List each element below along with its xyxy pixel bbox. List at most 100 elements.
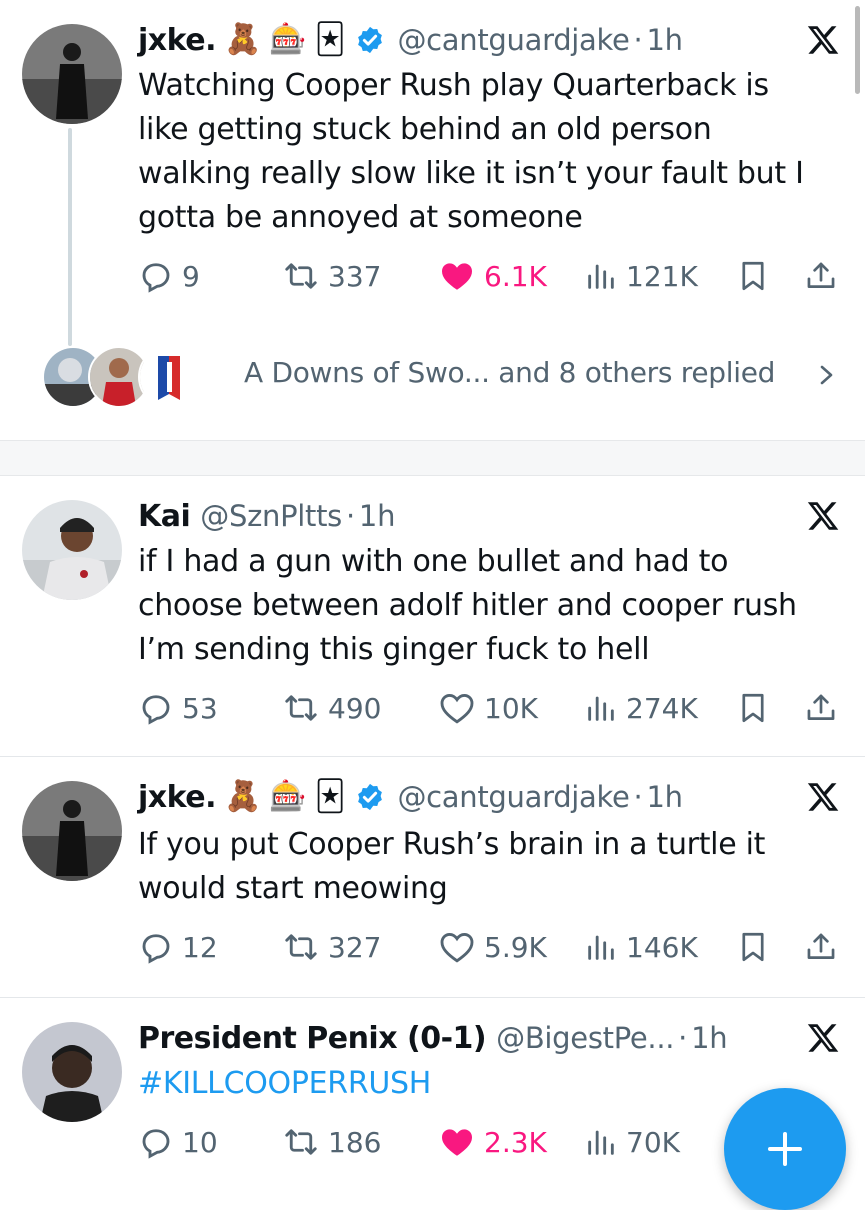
reply-count: 10 xyxy=(182,1125,218,1159)
tweet-text: if I had a gun with one bullet and had t… xyxy=(138,544,797,667)
verified-badge-icon xyxy=(358,783,383,811)
handle[interactable]: @cantguardjake xyxy=(397,23,629,57)
bookmark-icon xyxy=(742,693,764,723)
teddy-bear-emoji: 🧸 xyxy=(224,779,262,814)
retweet-count: 337 xyxy=(328,259,382,293)
views-button[interactable]: 70K xyxy=(584,1120,680,1164)
handle[interactable]: @cantguardjake xyxy=(397,780,629,814)
retweet-button[interactable]: 337 xyxy=(282,254,381,298)
x-logo-icon[interactable] xyxy=(801,494,845,538)
retweet-icon xyxy=(285,695,317,721)
dot-separator: · xyxy=(346,499,355,533)
view-count: 70K xyxy=(626,1125,680,1159)
retweet-button[interactable]: 490 xyxy=(282,686,381,730)
replier-avatars[interactable] xyxy=(42,346,202,408)
views-button[interactable]: 146K xyxy=(584,925,698,969)
chevron-right-icon[interactable] xyxy=(817,360,837,394)
display-name[interactable]: Kai xyxy=(138,499,191,534)
dot-separator: · xyxy=(633,780,643,814)
tweet[interactable]: jxke. 🧸 🎰 🃏 @cantguardjake · 1h If you p… xyxy=(0,757,865,997)
reply-button[interactable]: 12 xyxy=(138,925,218,969)
bookmark-button[interactable] xyxy=(736,254,770,298)
like-button[interactable]: 2.3K xyxy=(438,1120,547,1164)
replier-avatar xyxy=(138,346,200,408)
retweet-count: 327 xyxy=(328,930,382,964)
joker-card-emoji: 🃏 xyxy=(314,779,346,814)
joker-card-emoji: 🃏 xyxy=(314,22,346,57)
like-button[interactable]: 10K xyxy=(438,686,538,730)
display-name[interactable]: jxke. xyxy=(138,780,217,815)
verified-badge-icon xyxy=(358,26,383,54)
share-button[interactable] xyxy=(804,925,838,969)
compose-button[interactable] xyxy=(724,1088,846,1210)
reply-icon xyxy=(142,695,170,725)
like-button[interactable]: 6.1K xyxy=(438,254,547,298)
share-icon xyxy=(807,694,835,720)
avatar[interactable] xyxy=(22,1022,122,1122)
timestamp[interactable]: 1h xyxy=(646,23,683,57)
like-button[interactable]: 5.9K xyxy=(438,925,547,969)
retweet-icon xyxy=(285,934,317,960)
handle[interactable]: @SznPltts xyxy=(200,499,342,533)
teddy-bear-emoji: 🧸 xyxy=(224,22,262,57)
view-count: 274K xyxy=(626,691,698,725)
retweet-button[interactable]: 327 xyxy=(282,925,381,969)
retweet-icon xyxy=(285,263,317,289)
retweet-count: 490 xyxy=(328,691,382,725)
like-count: 5.9K xyxy=(484,930,547,964)
hashtag-link[interactable]: #KILLCOOPERRUSH xyxy=(138,1062,828,1106)
tweet-header: jxke. 🧸 🎰 🃏 @cantguardjake · 1h xyxy=(138,775,683,819)
tweet-text: Watching Cooper Rush play Quarterback is… xyxy=(138,68,804,235)
tweet-header: President Penix (0-1) @BigestPe... · 1h xyxy=(138,1016,728,1060)
heart-outline-icon xyxy=(440,932,474,963)
heart-filled-icon xyxy=(442,1129,472,1156)
display-name[interactable]: jxke. xyxy=(138,23,217,58)
timestamp[interactable]: 1h xyxy=(359,499,396,533)
retweet-button[interactable]: 186 xyxy=(282,1120,381,1164)
dot-separator: · xyxy=(678,1021,688,1055)
retweet-icon xyxy=(285,1129,317,1155)
tweet[interactable]: jxke. 🧸 🎰 🃏 @cantguardjake · 1h Watching… xyxy=(0,0,865,440)
views-button[interactable]: 274K xyxy=(584,686,698,730)
tweet-header: Kai @SznPltts · 1h xyxy=(138,494,395,538)
bookmark-button[interactable] xyxy=(736,686,770,730)
reply-icon xyxy=(142,934,170,964)
thread-separator xyxy=(0,440,865,476)
x-logo-icon[interactable] xyxy=(801,1016,845,1060)
avatar[interactable] xyxy=(22,781,122,881)
avatar[interactable] xyxy=(22,24,122,124)
bookmark-button[interactable] xyxy=(736,925,770,969)
x-logo-icon[interactable] xyxy=(801,18,845,62)
plus-icon xyxy=(768,1132,802,1166)
retweet-count: 186 xyxy=(328,1125,382,1159)
tweet[interactable]: Kai @SznPltts · 1h if I had a gun with o… xyxy=(0,476,865,756)
action-bar: 12 327 5.9K 146K xyxy=(138,925,838,969)
reply-count: 53 xyxy=(182,691,218,725)
views-button[interactable]: 121K xyxy=(584,254,698,298)
views-icon xyxy=(588,935,614,960)
heart-filled-icon xyxy=(442,263,472,290)
reply-count: 12 xyxy=(182,930,218,964)
share-button[interactable] xyxy=(804,686,838,730)
slot-machine-emoji: 🎰 xyxy=(269,22,307,57)
reply-button[interactable]: 53 xyxy=(138,686,218,730)
tweet-header: jxke. 🧸 🎰 🃏 @cantguardjake · 1h xyxy=(138,18,683,62)
like-count: 6.1K xyxy=(484,259,547,293)
timestamp[interactable]: 1h xyxy=(646,780,683,814)
handle[interactable]: @BigestPe... xyxy=(496,1021,674,1055)
reply-button[interactable]: 9 xyxy=(138,254,200,298)
share-button[interactable] xyxy=(804,254,838,298)
like-count: 2.3K xyxy=(484,1125,547,1159)
x-logo-icon[interactable] xyxy=(801,775,845,819)
share-icon xyxy=(807,262,835,288)
timestamp[interactable]: 1h xyxy=(691,1021,728,1055)
reply-button[interactable]: 10 xyxy=(138,1120,218,1164)
avatar[interactable] xyxy=(22,500,122,600)
bookmark-icon xyxy=(742,261,764,291)
bookmark-icon xyxy=(742,932,764,962)
reply-icon xyxy=(142,263,170,293)
action-bar: 53 490 10K 274K xyxy=(138,686,838,730)
replied-summary[interactable]: A Downs of Swo... and 8 others replied xyxy=(244,356,775,389)
display-name[interactable]: President Penix (0-1) xyxy=(138,1021,487,1056)
like-count: 10K xyxy=(484,691,538,725)
